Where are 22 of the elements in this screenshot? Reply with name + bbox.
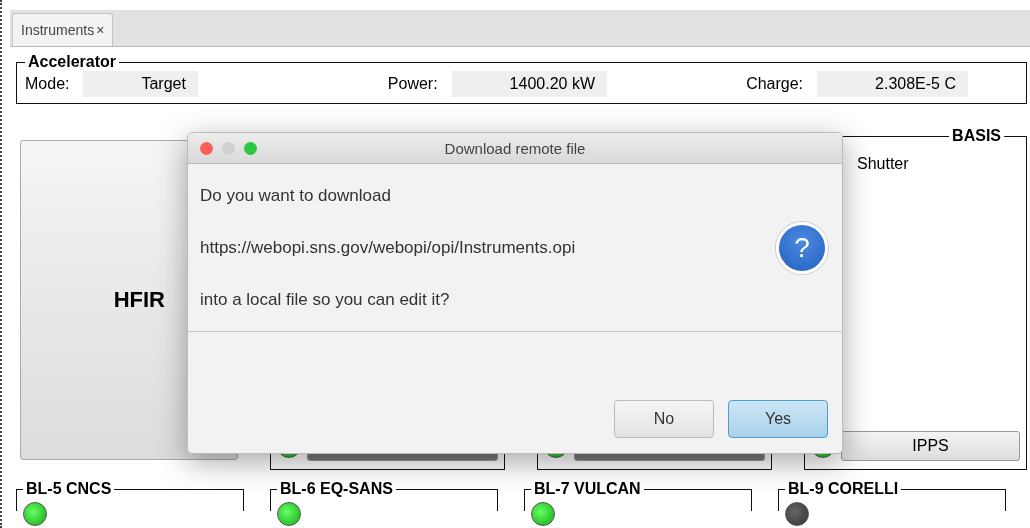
zoom-icon[interactable] — [244, 141, 257, 155]
group-title: BL-6 EQ-SANS — [279, 480, 394, 498]
field-label: Mode: — [25, 75, 70, 93]
readback-value: 2.308E-5 C — [817, 71, 968, 97]
field-label: Charge: — [746, 75, 804, 93]
group-title: BL-9 CORELLI — [787, 480, 900, 498]
group-title: BL-7 VULCAN — [533, 480, 642, 498]
dialog-button[interactable]: No — [614, 400, 714, 438]
readback-value: Target — [83, 71, 198, 97]
group-title: Accelerator — [27, 53, 118, 71]
group-title: BL-5 CNCS — [25, 480, 113, 498]
close-icon[interactable] — [200, 141, 213, 155]
field-label: Power: — [387, 75, 438, 93]
default-button[interactable]: Yes — [728, 400, 828, 438]
shutter-label: Shutter — [856, 154, 910, 173]
question-icon: ? — [776, 221, 828, 274]
close-icon[interactable]: × — [96, 22, 105, 38]
instruments-tab[interactable]: Instruments× — [12, 13, 114, 46]
minimize-icon[interactable] — [222, 141, 235, 155]
dialog-title: Download remote file — [444, 139, 586, 157]
instrument-button[interactable]: IPPS — [841, 431, 1020, 461]
readback-value: 1400.20 kW — [451, 71, 607, 97]
